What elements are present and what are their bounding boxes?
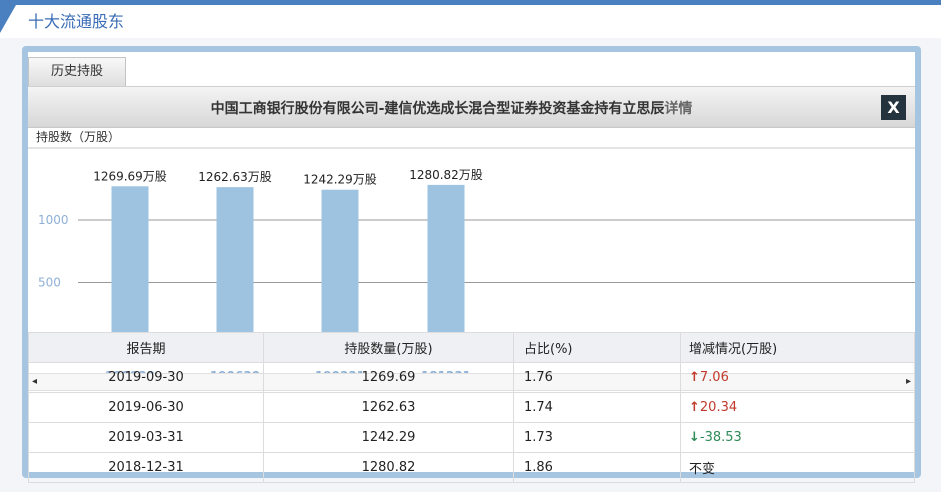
cell-ratio: 1.76	[513, 362, 681, 393]
cell-shares: 1280.82	[263, 452, 514, 483]
holding-history-dialog: 历史持股 中国工商银行股份有限公司-建信优选成长混合型证券投资基金持有立思辰详情…	[22, 46, 921, 483]
dialog-detail-label: 详情	[664, 101, 693, 117]
cell-shares: 1269.69	[263, 362, 514, 393]
section-header: 十大流通股东	[0, 0, 941, 38]
cell-change: ↑7.06	[680, 362, 915, 393]
arrow-up-icon: ↑	[689, 370, 700, 385]
y-tick-label: 1000	[38, 213, 69, 227]
cell-ratio: 1.73	[513, 422, 681, 453]
section-title: 十大流通股东	[28, 12, 125, 31]
change-value: -38.53	[699, 430, 742, 445]
arrow-down-icon: ↓	[689, 430, 700, 445]
tab-history-holding[interactable]: 历史持股	[28, 57, 126, 86]
tab-strip: 历史持股	[28, 52, 915, 87]
dialog-title: 中国工商银行股份有限公司-建信优选成长混合型证券投资基金持有立思辰详情	[28, 98, 875, 118]
cell-change: ↓-38.53	[680, 422, 915, 453]
cell-shares: 1242.29	[263, 422, 514, 453]
bar	[321, 189, 359, 345]
cell-ratio: 1.86	[513, 452, 681, 483]
bar-value-label: 1269.69万股	[93, 169, 167, 183]
cell-date: 2019-03-31	[28, 422, 264, 453]
cell-date: 2019-09-30	[28, 362, 264, 393]
bar	[427, 184, 465, 345]
holding-chart: 持股数（万股）10005001269.69万股1909301262.63万股19…	[28, 128, 915, 391]
cell-change: ↑20.34	[680, 392, 915, 423]
close-button[interactable]: X	[881, 95, 906, 120]
header-wedge	[0, 5, 16, 33]
bar-value-label: 1280.82万股	[409, 168, 483, 182]
table-row: 2019-09-30 1269.69 1.76 ↑7.06	[28, 362, 915, 393]
cell-date: 2019-06-30	[28, 392, 264, 423]
table-row: 2018-12-31 1280.82 1.86 不变	[28, 452, 915, 483]
dialog-body: 历史持股 中国工商银行股份有限公司-建信优选成长混合型证券投资基金持有立思辰详情…	[28, 52, 915, 483]
y-tick-label: 500	[38, 276, 61, 290]
col-change: 增减情况(万股)	[680, 332, 915, 363]
table-row: 2019-06-30 1262.63 1.74 ↑20.34	[28, 392, 915, 423]
change-value: 20.34	[699, 400, 738, 415]
bar	[111, 186, 149, 345]
header-bar	[0, 0, 941, 5]
change-value: 7.06	[699, 370, 729, 385]
y-axis-label: 持股数（万股）	[36, 129, 120, 144]
cell-ratio: 1.74	[513, 392, 681, 423]
col-ratio: 占比(%)	[513, 332, 681, 363]
bar-value-label: 1242.29万股	[303, 173, 377, 187]
table-row: 2019-03-31 1242.29 1.73 ↓-38.53	[28, 422, 915, 453]
table-header-row: 报告期 持股数量(万股) 占比(%) 增减情况(万股)	[28, 332, 915, 363]
bar-value-label: 1262.63万股	[198, 170, 272, 184]
col-report-period: 报告期	[28, 332, 264, 363]
holding-table: 报告期 持股数量(万股) 占比(%) 增减情况(万股) 2019-09-30 1…	[28, 332, 915, 483]
cell-change: 不变	[680, 452, 915, 483]
cell-date: 2018-12-31	[28, 452, 264, 483]
cell-shares: 1262.63	[263, 392, 514, 423]
bar	[216, 187, 254, 345]
arrow-up-icon: ↑	[689, 400, 700, 415]
col-shares: 持股数量(万股)	[263, 332, 514, 363]
dialog-title-bar: 中国工商银行股份有限公司-建信优选成长混合型证券投资基金持有立思辰详情 X	[28, 87, 915, 128]
change-value: 不变	[689, 462, 716, 477]
dialog-title-text: 中国工商银行股份有限公司-建信优选成长混合型证券投资基金持有立思辰	[210, 101, 665, 117]
